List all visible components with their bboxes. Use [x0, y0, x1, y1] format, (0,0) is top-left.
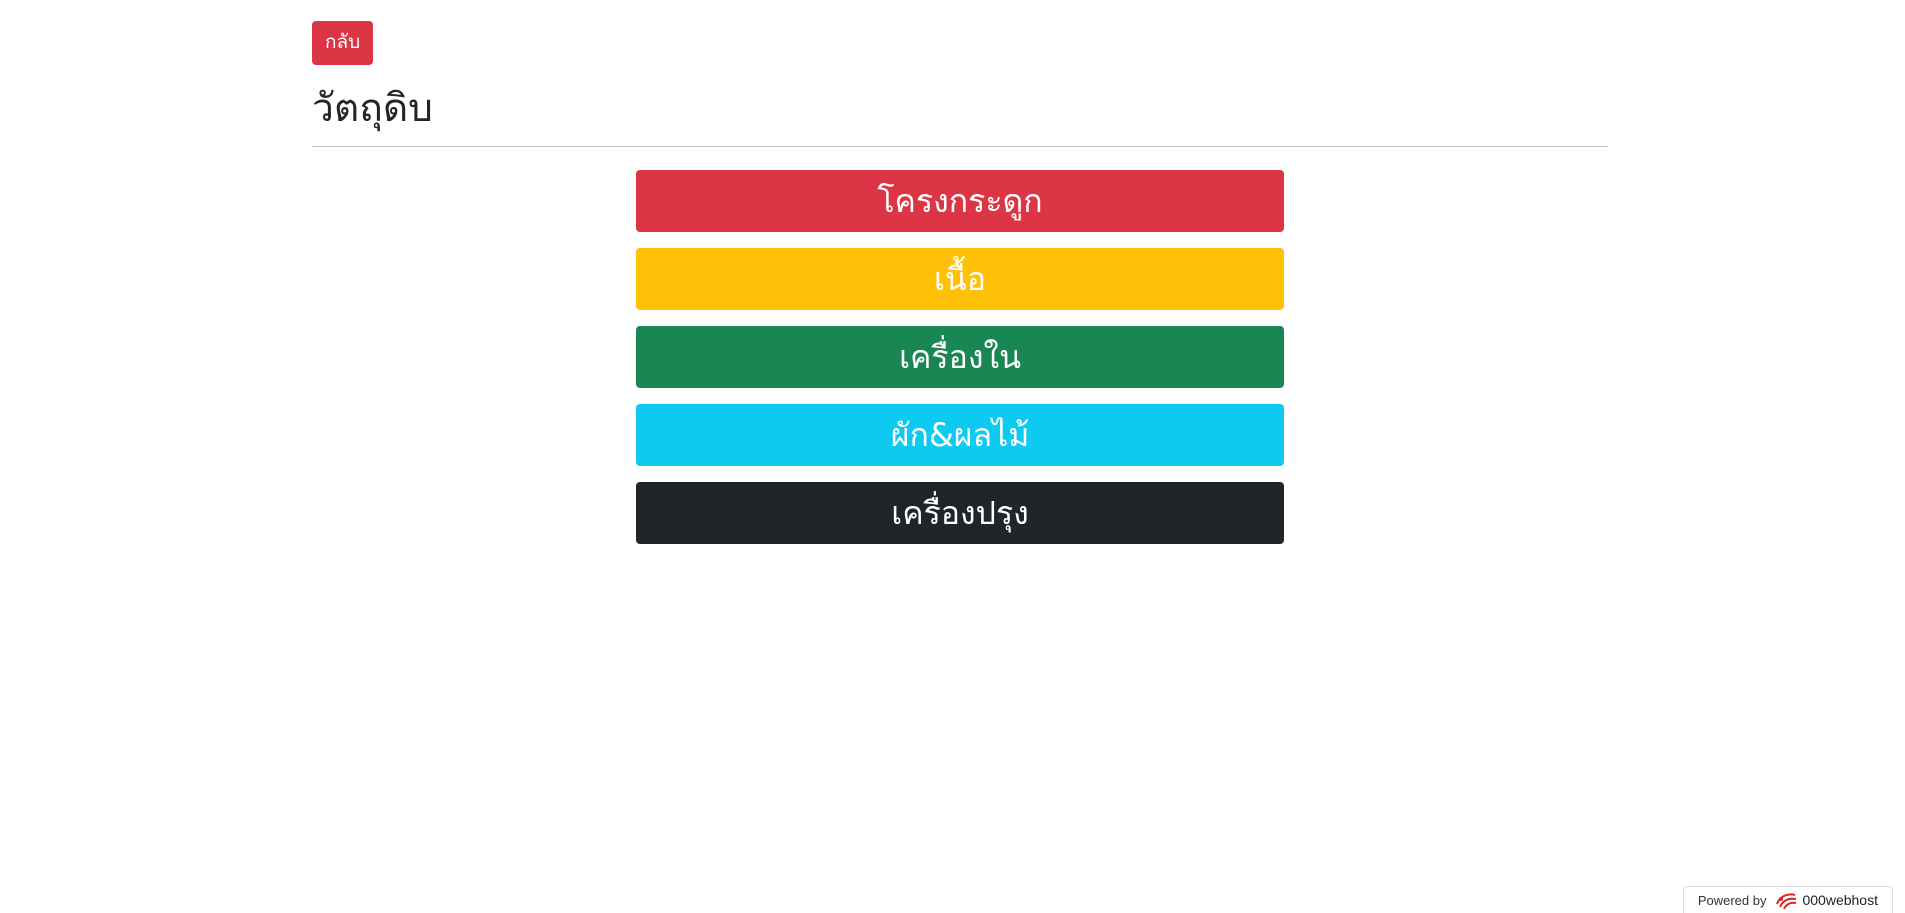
- divider: [312, 146, 1608, 147]
- back-button[interactable]: กลับ: [312, 21, 374, 65]
- category-button-skeleton[interactable]: โครงกระดูก: [636, 170, 1284, 232]
- page-title: วัตถุดิบ: [312, 86, 433, 131]
- webhost-logo-icon: [1774, 890, 1798, 910]
- category-button-meat[interactable]: เนื้อ: [636, 248, 1284, 310]
- category-button-seasoning[interactable]: เครื่องปรุง: [636, 482, 1284, 544]
- category-button-offal[interactable]: เครื่องใน: [636, 326, 1284, 388]
- header-container: กลับ วัตถุดิบ: [312, 21, 1608, 147]
- category-menu: โครงกระดูก เนื้อ เครื่องใน ผัก&ผลไม้ เคร…: [636, 170, 1284, 560]
- page: กลับ วัตถุดิบ โครงกระดูก เนื้อ เครื่องใน…: [0, 0, 1905, 913]
- powered-by-badge[interactable]: Powered by 000webhost: [1682, 886, 1893, 913]
- category-button-vegetables-fruits[interactable]: ผัก&ผลไม้: [636, 404, 1284, 466]
- powered-by-label: Powered by: [1697, 892, 1767, 908]
- brand-name: 000webhost: [1802, 892, 1878, 908]
